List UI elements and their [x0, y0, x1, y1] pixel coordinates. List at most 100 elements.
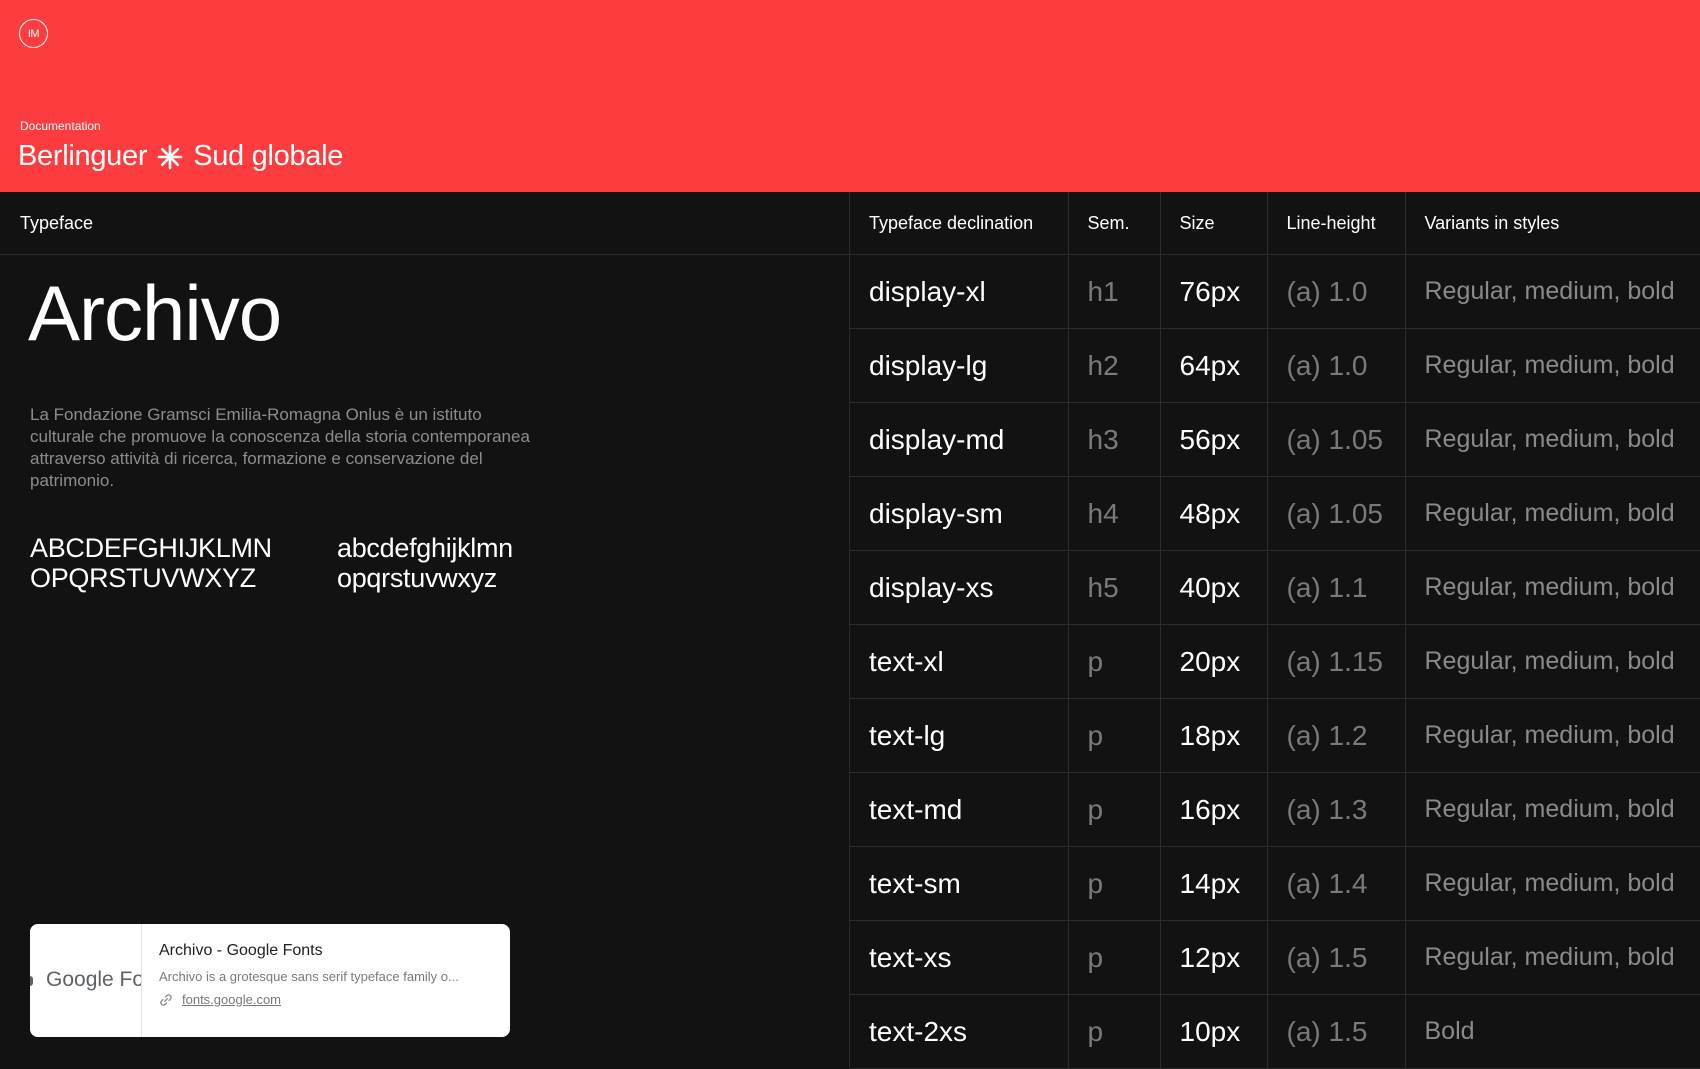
google-logo-icon [30, 976, 33, 986]
line-height-cell: (a) 1.4 [1266, 846, 1405, 921]
semantic-cell: p [1067, 846, 1160, 921]
link-description: Archivo is a grotesque sans serif typefa… [159, 969, 459, 984]
column-header: Size [1159, 192, 1267, 255]
size-cell: 14px [1159, 846, 1267, 921]
semantic-cell: p [1067, 920, 1160, 995]
declination-cell: text-sm [850, 846, 1068, 921]
variants-cell: Regular, medium, bold [1404, 624, 1700, 699]
column-header: Variants in styles [1404, 192, 1700, 255]
semantic-cell: h5 [1067, 550, 1160, 625]
title-left: Berlinguer [18, 140, 148, 172]
type-scale-table: Typeface declination Sem. Size Line-heig… [850, 192, 1700, 1069]
line-height-cell: (a) 1.3 [1266, 772, 1405, 847]
table-row: text-md p 16px (a) 1.3 Regular, medium, … [850, 772, 1700, 847]
declination-cell: text-2xs [850, 994, 1068, 1069]
asterisk-icon [157, 144, 183, 169]
lowercase-line-1: abcdefghijklmn [337, 533, 513, 563]
table-row: text-2xs p 10px (a) 1.5 Bold [850, 994, 1700, 1069]
uppercase-line-2: OPQRSTUVWXYZ [30, 563, 256, 593]
variants-cell: Bold [1404, 994, 1700, 1069]
declination-cell: display-xs [850, 550, 1068, 625]
semantic-cell: h1 [1067, 254, 1160, 329]
lowercase-line-2: opqrstuvwxyz [337, 563, 497, 593]
column-header: Line-height [1266, 192, 1405, 255]
size-cell: 76px [1159, 254, 1267, 329]
link-url: fonts.google.com [182, 992, 282, 1007]
size-cell: 16px [1159, 772, 1267, 847]
line-height-cell: (a) 1.0 [1266, 254, 1405, 329]
table-row: text-sm p 14px (a) 1.4 Regular, medium, … [850, 846, 1700, 921]
declination-cell: text-md [850, 772, 1068, 847]
typeface-description: La Fondazione Gramsci Emilia-Romagna Onl… [30, 405, 530, 490]
size-cell: 40px [1159, 550, 1267, 625]
typeface-heading: Typeface [0, 192, 849, 255]
declination-cell: display-md [850, 402, 1068, 477]
table-row: text-xl p 20px (a) 1.15 Regular, medium,… [850, 624, 1700, 699]
variants-cell: Regular, medium, bold [1404, 846, 1700, 921]
semantic-cell: h2 [1067, 328, 1160, 403]
column-header: Sem. [1067, 192, 1160, 255]
size-cell: 18px [1159, 698, 1267, 773]
semantic-cell: h3 [1067, 402, 1160, 477]
line-height-cell: (a) 1.05 [1266, 402, 1405, 477]
table-row: text-xs p 12px (a) 1.5 Regular, medium, … [850, 920, 1700, 995]
link-icon [160, 993, 172, 1006]
table-row: display-md h3 56px (a) 1.05 Regular, med… [850, 402, 1700, 477]
logo[interactable]: IM [19, 19, 48, 48]
declination-cell: text-lg [850, 698, 1068, 773]
title-right: Sud globale [193, 140, 344, 172]
table-row: display-xs h5 40px (a) 1.1 Regular, medi… [850, 550, 1700, 625]
size-cell: 10px [1159, 994, 1267, 1069]
line-height-cell: (a) 1.5 [1266, 920, 1405, 995]
declination-cell: text-xs [850, 920, 1068, 995]
table-row: display-lg h2 64px (a) 1.0 Regular, medi… [850, 328, 1700, 403]
size-cell: 20px [1159, 624, 1267, 699]
line-height-cell: (a) 1.0 [1266, 328, 1405, 403]
size-cell: 64px [1159, 328, 1267, 403]
uppercase-glyphs: ABCDEFGHIJKLMN OPQRSTUVWXYZ [30, 533, 272, 593]
section-eyebrow: Documentation [20, 119, 101, 133]
table-row: text-lg p 18px (a) 1.2 Regular, medium, … [850, 698, 1700, 773]
line-height-cell: (a) 1.5 [1266, 994, 1405, 1069]
page-header: IM Documentation Berlinguer Sud globale [0, 0, 1700, 192]
type-scale-panel: Typeface declination Sem. Size Line-heig… [850, 192, 1700, 1069]
variants-cell: Regular, medium, bold [1404, 772, 1700, 847]
link-thumbnail: Google Fonts [30, 924, 142, 1037]
logo-text: IM [27, 27, 40, 40]
page-title: Berlinguer Sud globale [18, 140, 343, 173]
link-thumbnail-text: Google Fonts [46, 968, 142, 991]
size-cell: 48px [1159, 476, 1267, 551]
lowercase-glyphs: abcdefghijklmn opqrstuvwxyz [337, 533, 513, 593]
table-row: display-xl h1 76px (a) 1.0 Regular, medi… [850, 254, 1700, 329]
variants-cell: Regular, medium, bold [1404, 698, 1700, 773]
semantic-cell: p [1067, 994, 1160, 1069]
link-body: Archivo - Google Fonts Archivo is a grot… [142, 924, 476, 1037]
variants-cell: Regular, medium, bold [1404, 920, 1700, 995]
declination-cell: display-lg [850, 328, 1068, 403]
link-url-row[interactable]: fonts.google.com [159, 992, 459, 1007]
line-height-cell: (a) 1.1 [1266, 550, 1405, 625]
semantic-cell: p [1067, 698, 1160, 773]
size-cell: 12px [1159, 920, 1267, 995]
declination-cell: display-xl [850, 254, 1068, 329]
table-row: display-sm h4 48px (a) 1.05 Regular, med… [850, 476, 1700, 551]
line-height-cell: (a) 1.05 [1266, 476, 1405, 551]
link-preview-card[interactable]: Google Fonts Archivo - Google Fonts Arch… [30, 924, 510, 1037]
variants-cell: Regular, medium, bold [1404, 328, 1700, 403]
column-header: Typeface declination [850, 192, 1068, 255]
size-cell: 56px [1159, 402, 1267, 477]
line-height-cell: (a) 1.15 [1266, 624, 1405, 699]
declination-cell: display-sm [850, 476, 1068, 551]
semantic-cell: p [1067, 624, 1160, 699]
typeface-name: Archivo [28, 269, 282, 357]
table-header-row: Typeface declination Sem. Size Line-heig… [850, 192, 1700, 255]
uppercase-line-1: ABCDEFGHIJKLMN [30, 533, 272, 563]
semantic-cell: p [1067, 772, 1160, 847]
semantic-cell: h4 [1067, 476, 1160, 551]
variants-cell: Regular, medium, bold [1404, 254, 1700, 329]
variants-cell: Regular, medium, bold [1404, 402, 1700, 477]
variants-cell: Regular, medium, bold [1404, 476, 1700, 551]
declination-cell: text-xl [850, 624, 1068, 699]
line-height-cell: (a) 1.2 [1266, 698, 1405, 773]
variants-cell: Regular, medium, bold [1404, 550, 1700, 625]
